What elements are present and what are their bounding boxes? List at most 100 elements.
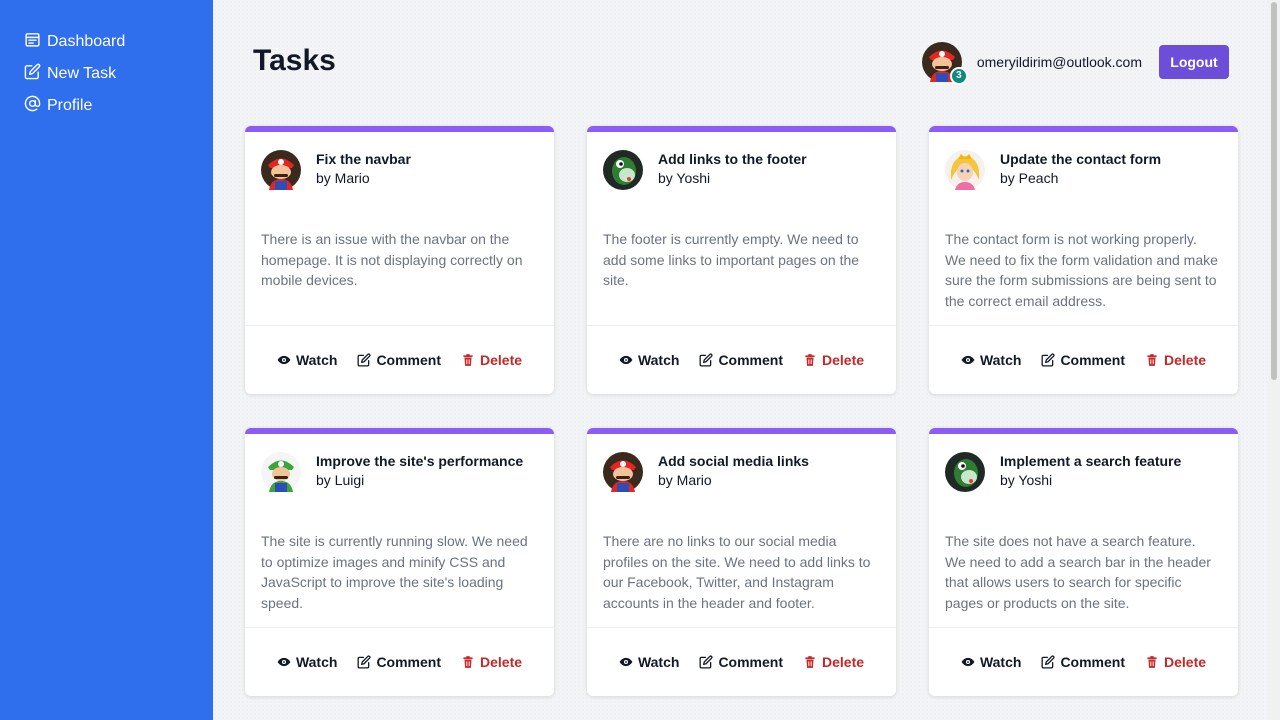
comment-label: Comment	[376, 654, 441, 670]
delete-button[interactable]: Delete	[461, 654, 522, 670]
task-description: There are no links to our social media p…	[603, 533, 871, 612]
task-actions: Watch Comment Delete	[245, 627, 554, 696]
comment-button[interactable]: Comment	[357, 654, 441, 670]
task-actions: Watch Comment Delete	[929, 627, 1238, 696]
luigi-avatar-icon	[261, 452, 301, 492]
watch-button[interactable]: Watch	[277, 654, 337, 670]
delete-button[interactable]: Delete	[803, 654, 864, 670]
author-avatar	[603, 150, 643, 190]
delete-label: Delete	[1164, 654, 1207, 670]
task-card: Add links to the footer by Yoshi The foo…	[587, 126, 896, 394]
delete-button[interactable]: Delete	[803, 352, 864, 368]
comment-button[interactable]: Comment	[1041, 352, 1125, 368]
task-description: The footer is currently empty. We need t…	[603, 231, 860, 289]
comment-label: Comment	[376, 352, 441, 368]
watch-label: Watch	[295, 352, 338, 368]
task-title: Add social media links	[658, 453, 809, 469]
watch-button[interactable]: Watch	[619, 654, 679, 670]
watch-button[interactable]: Watch	[961, 352, 1021, 368]
edit-icon	[1041, 353, 1055, 367]
user-avatar[interactable]: 3	[922, 42, 968, 85]
logout-button[interactable]: Logout	[1159, 45, 1229, 79]
peach-avatar-icon	[945, 150, 985, 190]
user-email: omeryildirim@outlook.com	[976, 54, 1142, 70]
comment-button[interactable]: Comment	[357, 352, 441, 368]
sidebar: Dashboard New Task Profile	[0, 0, 213, 720]
task-title: Update the contact form	[1000, 151, 1162, 167]
sidebar-item-label: New Task	[47, 65, 117, 82]
comment-button[interactable]: Comment	[699, 654, 783, 670]
scroll-thumb[interactable]	[1271, 2, 1277, 380]
sidebar-item-dashboard[interactable]: Dashboard	[0, 26, 213, 58]
watch-button[interactable]: Watch	[619, 352, 679, 368]
notification-badge: 3	[949, 67, 968, 85]
task-grid: Fix the navbar by Mario There is an issu…	[245, 126, 1238, 696]
task-title: Improve the site's performance	[316, 453, 524, 469]
task-card: Update the contact form by Peach The con…	[929, 126, 1238, 394]
delete-label: Delete	[480, 654, 523, 670]
task-card: Implement a search feature by Yoshi The …	[929, 428, 1238, 696]
eye-icon	[619, 355, 633, 365]
eye-icon	[961, 355, 975, 365]
sidebar-item-label: Profile	[47, 97, 93, 114]
page-title: Tasks	[253, 44, 336, 77]
author-avatar	[945, 150, 985, 190]
task-title: Implement a search feature	[1000, 453, 1182, 469]
comment-label: Comment	[1060, 352, 1125, 368]
delete-button[interactable]: Delete	[1145, 654, 1206, 670]
author-avatar	[603, 452, 643, 492]
sidebar-item-profile[interactable]: Profile	[0, 90, 213, 122]
task-card: Improve the site's performance by Luigi …	[245, 428, 554, 696]
sidebar-item-new-task[interactable]: New Task	[0, 58, 213, 90]
delete-label: Delete	[1164, 352, 1207, 368]
task-description: The site is currently running slow. We n…	[261, 533, 528, 612]
task-description: The contact form is not working properly…	[945, 231, 1218, 310]
sidebar-item-label: Dashboard	[47, 33, 126, 50]
watch-label: Watch	[979, 654, 1022, 670]
comment-label: Comment	[718, 352, 783, 368]
task-actions: Watch Comment Delete	[587, 325, 896, 394]
trash-icon	[1147, 354, 1157, 366]
task-author: by Yoshi	[1000, 472, 1053, 488]
mario-avatar-icon	[261, 150, 301, 190]
task-description: There is an issue with the navbar on the…	[261, 231, 523, 289]
trash-icon	[463, 656, 473, 668]
delete-label: Delete	[480, 352, 523, 368]
task-title: Add links to the footer	[658, 151, 807, 167]
author-avatar	[261, 452, 301, 492]
task-card: Add social media links by Mario There ar…	[587, 428, 896, 696]
edit-icon	[357, 353, 371, 367]
watch-button[interactable]: Watch	[277, 352, 337, 368]
edit-icon	[357, 655, 371, 669]
trash-icon	[463, 354, 473, 366]
yoshi-avatar-icon	[945, 452, 985, 492]
eye-icon	[277, 657, 291, 667]
scrollbar[interactable]	[1268, 0, 1280, 720]
task-actions: Watch Comment Delete	[587, 627, 896, 696]
delete-button[interactable]: Delete	[1145, 352, 1206, 368]
trash-icon	[1147, 656, 1157, 668]
main-content: Tasks 3 omeryildirim@outlook.com Logout …	[213, 0, 1268, 720]
delete-label: Delete	[822, 352, 865, 368]
watch-button[interactable]: Watch	[961, 654, 1021, 670]
delete-label: Delete	[822, 654, 865, 670]
at-icon	[24, 95, 41, 117]
mario-avatar-icon	[603, 452, 643, 492]
trash-icon	[805, 354, 815, 366]
edit-icon	[699, 353, 713, 367]
eye-icon	[619, 657, 633, 667]
comment-button[interactable]: Comment	[1041, 654, 1125, 670]
author-avatar	[261, 150, 301, 190]
comment-button[interactable]: Comment	[699, 352, 783, 368]
task-author: by Yoshi	[658, 170, 711, 186]
task-author: by Peach	[1000, 170, 1059, 186]
task-actions: Watch Comment Delete	[245, 325, 554, 394]
task-title: Fix the navbar	[316, 151, 411, 167]
watch-label: Watch	[979, 352, 1022, 368]
calendar-icon	[24, 31, 41, 53]
comment-label: Comment	[1060, 654, 1125, 670]
watch-label: Watch	[637, 352, 680, 368]
delete-button[interactable]: Delete	[461, 352, 522, 368]
edit-icon	[1041, 655, 1055, 669]
yoshi-avatar-icon	[603, 150, 643, 190]
